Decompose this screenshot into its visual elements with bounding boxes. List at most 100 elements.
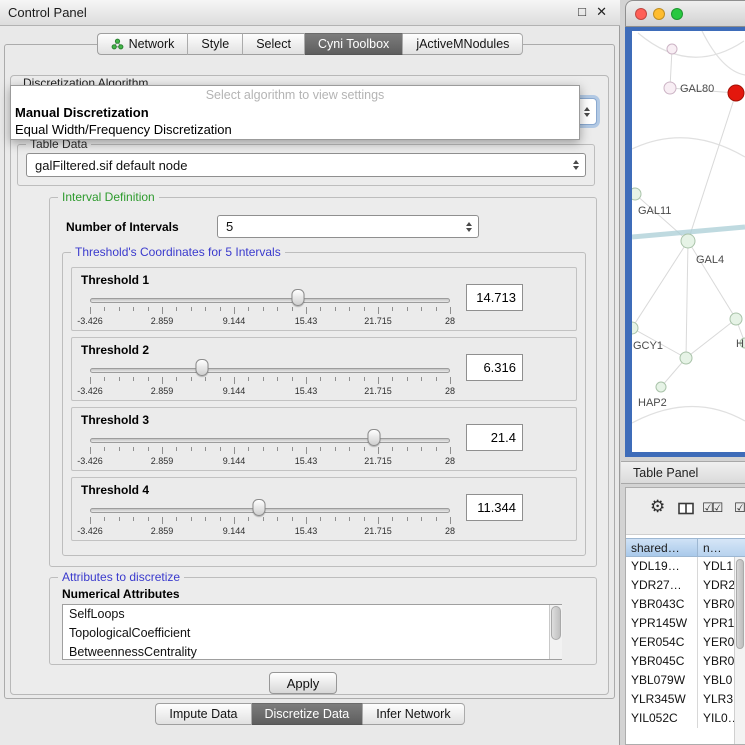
network-edge: [686, 241, 688, 358]
tab-style[interactable]: Style: [188, 33, 243, 55]
tick-mark: [320, 377, 321, 381]
table-data-combobox[interactable]: galFiltered.sif default node: [26, 153, 586, 177]
close-icon[interactable]: ✕: [596, 4, 607, 20]
table-row[interactable]: YDR27…YDR2…: [626, 576, 745, 595]
network-edge: [688, 93, 736, 241]
tick-mark: [263, 447, 264, 451]
tick-label: 15.43: [295, 526, 318, 536]
slider-thumb[interactable]: [195, 359, 208, 376]
float-window-icon[interactable]: □: [578, 4, 586, 19]
attribute-list-item[interactable]: SelfLoops: [63, 605, 561, 624]
table-row[interactable]: YDL19…YDL1…: [626, 557, 745, 576]
select-columns-icon[interactable]: ☑☑: [734, 500, 745, 516]
tab-discretize-data[interactable]: Discretize Data: [252, 703, 364, 725]
network-node-hap2[interactable]: [656, 382, 666, 392]
dropdown-option-equal-width-frequency[interactable]: Equal Width/Frequency Discretization: [11, 121, 579, 138]
tick-mark: [220, 447, 221, 451]
dropdown-placeholder-option[interactable]: Select algorithm to view settings: [11, 86, 579, 104]
tab-infer-network[interactable]: Infer Network: [363, 703, 464, 725]
columns-icon[interactable]: [678, 502, 694, 520]
interval-definition-title: Interval Definition: [58, 190, 159, 204]
network-node-gcy1[interactable]: [632, 322, 638, 334]
column-header-name[interactable]: n…: [698, 538, 745, 557]
network-node-gal11[interactable]: [632, 188, 641, 200]
arrow-down-icon: [584, 113, 590, 117]
slider-thumb[interactable]: [368, 429, 381, 446]
tick-mark: [277, 307, 278, 311]
zoom-traffic-light[interactable]: [671, 8, 683, 20]
tab-cyni-toolbox[interactable]: Cyni Toolbox: [305, 33, 403, 55]
tick-mark: [292, 307, 293, 311]
table-row[interactable]: YIL052CYIL0…: [626, 709, 745, 728]
tick-mark: [90, 377, 91, 384]
tab-select[interactable]: Select: [243, 33, 305, 55]
threshold-1-slider[interactable]: -3.4262.8599.14415.4321.71528: [90, 288, 450, 330]
table-row[interactable]: YER054CYER0…: [626, 633, 745, 652]
slider-thumb[interactable]: [291, 289, 304, 306]
close-traffic-light[interactable]: [635, 8, 647, 20]
tick-mark: [407, 377, 408, 381]
tick-mark: [349, 517, 350, 521]
network-canvas[interactable]: GAL80GAL11GAL4GCY1HAP2H: [632, 31, 745, 452]
network-edge-arc: [638, 33, 744, 57]
tick-mark: [450, 517, 451, 524]
table-row[interactable]: YLR345WYLR3…: [626, 690, 745, 709]
slider-track[interactable]: [90, 508, 450, 513]
number-of-intervals-combobox[interactable]: 5: [217, 215, 479, 238]
tab-jactivemnodules[interactable]: jActiveMNodules: [403, 33, 523, 55]
dropdown-option-manual-discretization[interactable]: Manual Discretization: [11, 104, 579, 121]
table-row[interactable]: YBL079WYBL0…: [626, 671, 745, 690]
slider-tick-labels: -3.4262.8599.14415.4321.71528: [90, 316, 450, 326]
traffic-lights: [635, 8, 683, 20]
tick-mark: [450, 447, 451, 454]
network-node-gal80[interactable]: [664, 82, 676, 94]
attribute-list-item[interactable]: BetweennessCentrality: [63, 643, 561, 660]
column-header-shared-name[interactable]: shared…: [626, 538, 698, 557]
network-node-gal4[interactable]: [681, 234, 695, 248]
table-row[interactable]: YBR045CYBR0…: [626, 652, 745, 671]
attributes-scrollbar[interactable]: [549, 605, 562, 659]
tab-network[interactable]: Network: [97, 33, 189, 55]
scrollbar-thumb[interactable]: [736, 559, 744, 649]
table-row[interactable]: YBR043CYBR0…: [626, 595, 745, 614]
tick-label: -3.426: [77, 456, 103, 466]
table-scrollbar[interactable]: [734, 557, 745, 744]
network-node[interactable]: [667, 44, 677, 54]
network-node[interactable]: [730, 313, 742, 325]
gear-icon[interactable]: ⚙: [650, 497, 665, 517]
threshold-3-slider[interactable]: -3.4262.8599.14415.4321.71528: [90, 428, 450, 470]
slider-track[interactable]: [90, 368, 450, 373]
slider-ticks: [90, 447, 450, 455]
threshold-4-slider[interactable]: -3.4262.8599.14415.4321.71528: [90, 498, 450, 540]
thresholds-container: Threshold 1-3.4262.8599.14415.4321.71528…: [71, 267, 577, 549]
slider-thumb[interactable]: [253, 499, 266, 516]
cell-col1: YLR345W: [626, 690, 698, 709]
table-panel-header: Table Panel: [621, 461, 745, 484]
threshold-2-slider[interactable]: -3.4262.8599.14415.4321.71528: [90, 358, 450, 400]
select-all-rows-icon[interactable]: ☑☑: [702, 500, 721, 516]
threshold-1-value-field[interactable]: 14.713: [466, 284, 523, 311]
network-node[interactable]: [728, 85, 744, 101]
apply-button[interactable]: Apply: [269, 672, 337, 694]
threshold-3-value-field[interactable]: 21.4: [466, 424, 523, 451]
tick-label: 15.43: [295, 316, 318, 326]
tick-mark: [407, 447, 408, 451]
threshold-4-value-field[interactable]: 11.344: [466, 494, 523, 521]
network-node[interactable]: [680, 352, 692, 364]
attribute-list-item[interactable]: TopologicalCoefficient: [63, 624, 561, 643]
slider-track[interactable]: [90, 298, 450, 303]
scrollbar-thumb[interactable]: [551, 606, 561, 640]
tick-mark: [392, 517, 393, 521]
network-frame: GAL80GAL11GAL4GCY1HAP2H: [625, 27, 745, 457]
threshold-2-value-field[interactable]: 6.316: [466, 354, 523, 381]
attributes-group: Attributes to discretize Numerical Attri…: [49, 577, 597, 665]
tick-mark: [407, 517, 408, 521]
tick-mark: [436, 517, 437, 521]
tick-label: -3.426: [77, 316, 103, 326]
minimize-traffic-light[interactable]: [653, 8, 665, 20]
table-row[interactable]: YPR145WYPR1…: [626, 614, 745, 633]
tick-mark: [119, 447, 120, 451]
slider-track[interactable]: [90, 438, 450, 443]
tab-impute-data[interactable]: Impute Data: [155, 703, 251, 725]
tick-mark: [119, 377, 120, 381]
